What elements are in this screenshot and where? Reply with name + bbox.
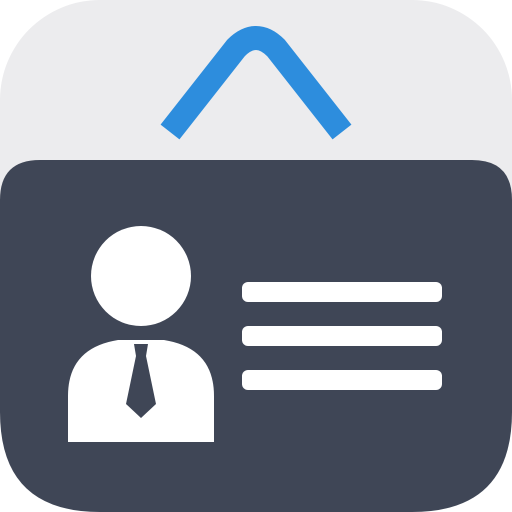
card-text-line-2 — [242, 326, 442, 346]
card-text-line-1 — [242, 282, 442, 302]
app-icon[interactable] — [0, 0, 512, 512]
person-head-icon — [91, 226, 191, 326]
card-text-line-3 — [242, 370, 442, 390]
id-badge-icon — [0, 0, 512, 512]
